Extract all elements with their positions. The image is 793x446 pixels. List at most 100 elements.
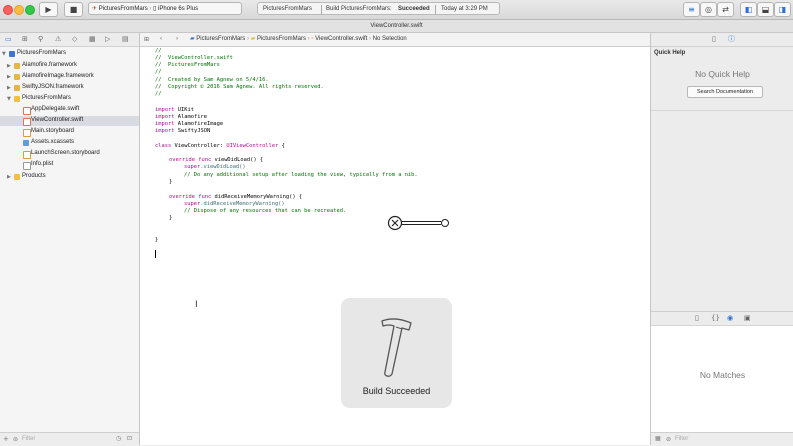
bottom-panel-icon: ⬓ [761,5,770,14]
warning-icon[interactable]: ⚠ [55,36,61,43]
minimize-window-button[interactable] [14,5,24,15]
chevron-right-icon: ▶ [7,74,11,80]
debug-icon[interactable]: ▦ [89,36,96,43]
tree-item-label: AppDelegate.swift [31,106,80,112]
project-icon: ▰ [190,36,195,42]
code-module: Alamofire [177,114,207,120]
toggle-navigator-button[interactable]: ◧ [740,2,757,17]
scheme-selector[interactable]: ✈ PicturesFromMars › ▯ iPhone 6s Plus [88,2,242,15]
code-line: import AlamofireImage [155,121,223,128]
run-button[interactable]: ▶ [39,2,58,17]
tree-item-label: LaunchScreen.storyboard [31,150,100,156]
device-icon: ▯ [153,6,157,12]
toggle-utilities-button[interactable]: ◨ [774,2,791,17]
framework-icon [14,74,20,80]
filter-icon: ⊜ [666,436,672,443]
code-call: .viewDidLoad() [200,164,246,170]
version-editor-button[interactable]: ⇄ [717,2,734,17]
related-items-icon[interactable]: ⊞ [144,33,149,46]
breadcrumb-group[interactable]: PicturesFromMars [257,36,306,42]
quick-help-icon[interactable]: ⓘ [728,36,735,43]
back-button[interactable]: ‹ [160,33,162,46]
storyboard-icon [23,129,31,137]
tree-item-label: PicturesFromMars [22,95,72,101]
folder-icon [14,96,20,102]
code-keyword: import [155,114,175,120]
code-comment: // PicturesFromMars [155,62,220,68]
activity-project: PicturesFromMars [263,6,313,12]
scm-status-icon[interactable]: ⊡ [127,435,132,442]
folder-icon[interactable]: ▭ [5,36,12,43]
chevron-down-icon: ▼ [2,51,6,57]
search-icon[interactable]: ⚲ [38,36,43,43]
scheme-target: PicturesFromMars [98,6,148,12]
code-line: class ViewController: UIViewController { [155,143,285,150]
connection-drag-widget[interactable] [386,214,452,232]
breadcrumb-project[interactable]: PicturesFromMars [196,36,245,42]
code-line: super.didReceiveMemoryWarning() [184,201,285,208]
build-status-label: Build Succeeded [362,386,431,396]
tree-item-label: SwiftyJSON.framework [22,84,84,90]
stop-button[interactable]: ■ [64,2,83,17]
code-keyword: import [155,128,175,134]
code-brace: } [169,179,173,185]
project-navigator: ▭ ⊞ ⚲ ⚠ ◇ ▦ ▷ ▤ ▼ PicturesFromMars ▶ Ala… [0,33,140,446]
object-library-icon[interactable]: ◉ [727,315,733,322]
code-module: UIKit [177,107,194,113]
text-cursor [155,250,156,258]
breadcrumb-file[interactable]: ViewController.swift [315,36,367,42]
ibeam-cursor-icon: I [195,300,198,310]
activity-status-prefix: Build PicturesFromMars: [326,6,392,12]
search-documentation-button[interactable]: Search Documentation [687,86,763,98]
library-filter-input[interactable]: Filter [675,436,688,442]
breakpoint-icon[interactable]: ▷ [105,36,110,43]
app-icon: ✈ [92,6,98,12]
zoom-window-button[interactable] [25,5,35,15]
code-keyword: class [155,143,172,149]
tree-item-label: ViewController.swift [31,117,84,123]
test-icon[interactable]: ◇ [72,36,77,43]
no-quick-help-label: No Quick Help [695,69,750,79]
report-icon[interactable]: ▤ [122,36,129,43]
assistant-editor-button[interactable]: ◎ [700,2,717,17]
activity-viewer: PicturesFromMars Build PicturesFromMars:… [257,2,500,15]
filter-icon: ⊜ [13,436,19,443]
folder-icon: ▰ [250,36,256,42]
code-module: AlamofireImage [177,121,224,127]
symbol-icon[interactable]: ⊞ [22,36,28,43]
project-icon [9,51,15,57]
folder-icon [14,174,20,180]
code-snippet-icon[interactable]: {} [711,315,720,322]
toggle-debug-area-button[interactable]: ⬓ [757,2,774,17]
chevron-right-icon: › [307,36,310,42]
add-icon[interactable]: + [3,435,9,443]
navigator-filter-input[interactable]: Filter [22,436,35,442]
code-comment: // Copyright © 2016 Sam Agnew. All right… [155,84,324,90]
media-library-icon[interactable]: ▣ [744,315,751,322]
arrows-icon: ⇄ [722,5,729,14]
close-window-button[interactable] [3,5,13,15]
chevron-right-icon: ▶ [7,63,11,69]
code-brace: } [155,237,159,243]
code-brace: { [281,143,285,149]
standard-editor-button[interactable]: ≡ [683,2,700,17]
divider [651,110,793,111]
storyboard-icon [23,151,31,159]
code-line: import SwiftyJSON [155,128,210,135]
recent-files-icon[interactable]: ◷ [116,435,121,442]
breadcrumb-selection[interactable]: No Selection [373,36,407,42]
code-line: super.viewDidLoad() [184,164,246,171]
chevron-right-icon: ▶ [7,174,11,180]
swift-file-icon [23,118,31,126]
divider [435,5,436,14]
grid-view-icon[interactable]: ▦ [655,435,661,442]
tree-item-label: Alamofire.framework [22,62,78,68]
code-comment: // Do any additional setup after loading… [184,172,418,178]
forward-button[interactable]: › [176,33,178,46]
divider [321,5,322,14]
scheme-device: iPhone 6s Plus [158,6,199,12]
file-template-icon[interactable]: ▯ [695,315,699,322]
file-inspector-icon[interactable]: ▯ [712,36,716,43]
endpoint-handle[interactable] [441,219,449,227]
utilities-area: ▯ ⓘ Quick Help No Quick Help Search Docu… [650,33,793,446]
